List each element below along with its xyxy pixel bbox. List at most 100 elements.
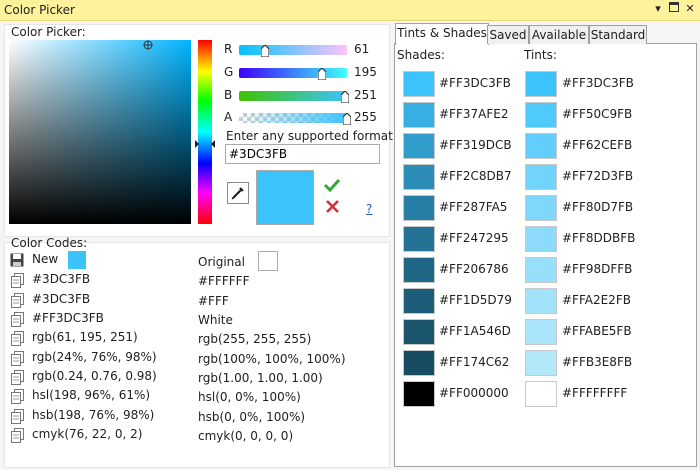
a-slider-thumb[interactable] [343,113,351,125]
original-color-swatch [258,251,278,271]
new-label: New [32,252,59,266]
shade-swatch[interactable] [403,195,435,221]
shade-swatch[interactable] [403,226,435,252]
copy-icon[interactable] [11,273,25,288]
tab-tints-shades[interactable]: Tints & Shades [395,23,489,45]
original-code-value[interactable]: cmyk(0, 0, 0, 0) [198,429,293,443]
new-code-value[interactable]: rgb(61, 195, 251) [32,330,138,344]
shade-label: #FF247295 [439,231,509,245]
copy-icon[interactable] [11,331,25,346]
tint-swatch[interactable] [525,226,557,252]
tint-swatch[interactable] [525,102,557,128]
accept-icon[interactable] [323,178,341,193]
original-code-value[interactable]: rgb(1.00, 1.00, 1.00) [198,371,323,385]
shade-label: #FF000000 [439,386,509,400]
channel-r-label: R [224,42,233,56]
shade-swatch[interactable] [403,164,435,190]
tint-swatch[interactable] [525,350,557,376]
tint-label: #FF72D3FB [562,169,634,183]
tints-label: Tints: [524,48,557,62]
tab-available[interactable]: Available [529,25,589,44]
help-link[interactable]: ? [366,202,372,216]
tint-label: #FFFFFFFF [562,386,628,400]
new-code-value[interactable]: cmyk(76, 22, 0, 2) [32,427,142,441]
tab-saved[interactable]: Saved [487,25,529,44]
r-slider-thumb[interactable] [260,45,269,57]
channel-a-label: A [224,110,233,124]
g-value: 195 [354,65,377,79]
tint-swatch[interactable] [525,288,557,314]
tint-label: #FF80D7FB [562,200,634,214]
eyedropper-button[interactable] [227,182,249,204]
shade-swatch[interactable] [403,257,435,283]
original-code-value[interactable]: rgb(255, 255, 255) [198,332,311,346]
tint-swatch[interactable] [525,257,557,283]
new-code-value[interactable]: hsb(198, 76%, 98%) [32,408,154,422]
shade-swatch[interactable] [403,133,435,159]
format-input[interactable] [225,144,380,164]
tint-label: #FF50C9FB [562,107,633,121]
tint-swatch[interactable] [525,71,557,97]
shade-label: #FF174C62 [439,355,510,369]
tint-swatch[interactable] [525,195,557,221]
copy-icon[interactable] [11,370,25,385]
copy-icon[interactable] [11,409,25,424]
picker-cursor[interactable] [143,39,153,50]
shade-label: #FF1D5D79 [439,293,512,307]
shade-swatch[interactable] [403,350,435,376]
copy-icon[interactable] [11,389,25,404]
b-slider-thumb[interactable] [341,91,350,103]
new-code-value[interactable]: rgb(0.24, 0.76, 0.98) [32,369,157,383]
shade-label: #FF319DCB [439,138,512,152]
original-code-value[interactable]: hsb(0, 0%, 100%) [198,410,305,424]
shade-label: #FF287FA5 [439,200,508,214]
tint-swatch[interactable] [525,133,557,159]
tint-label: #FF98DFFB [562,262,633,276]
shade-swatch[interactable] [403,288,435,314]
tint-swatch[interactable] [525,319,557,345]
copy-icon[interactable] [11,293,25,308]
original-code-value[interactable]: rgb(100%, 100%, 100%) [198,352,346,366]
tint-label: #FFB3E8FB [562,355,633,369]
current-color-preview [256,170,314,225]
shade-swatch[interactable] [403,102,435,128]
shade-label: #FF206786 [439,262,509,276]
hue-slider[interactable] [198,40,212,224]
shade-swatch[interactable] [403,381,435,407]
shade-swatch[interactable] [403,71,435,97]
original-code-value[interactable]: hsl(0, 0%, 100%) [198,390,301,404]
g-slider[interactable] [239,68,347,78]
a-slider[interactable] [239,113,347,123]
r-slider[interactable] [239,45,347,55]
hue-slider-thumb[interactable] [195,137,215,148]
saturation-value-area[interactable] [9,40,191,224]
shade-swatch[interactable] [403,319,435,345]
copy-icon[interactable] [11,312,25,327]
b-value: 251 [354,88,377,102]
original-code-value[interactable]: #FFFFFF [198,274,249,288]
close-icon[interactable]: ✕ [683,2,697,16]
original-code-value[interactable]: #FFF [198,294,229,308]
maximize-icon[interactable] [667,2,681,16]
eyedropper-icon [231,187,244,200]
channel-g-label: G [224,65,234,79]
save-icon[interactable] [10,253,24,267]
window-title: Color Picker [4,3,75,17]
new-code-value[interactable]: #FF3DC3FB [32,311,104,325]
g-slider-thumb[interactable] [317,68,326,80]
original-code-value[interactable]: White [198,313,233,327]
tab-standard[interactable]: Standard [589,25,647,44]
tint-label: #FFABE5FB [562,324,632,338]
new-code-value[interactable]: #3DC3FB [32,292,90,306]
new-code-value[interactable]: rgb(24%, 76%, 98%) [32,350,157,364]
copy-icon[interactable] [11,428,25,443]
tint-swatch[interactable] [525,164,557,190]
b-slider[interactable] [239,91,347,101]
tint-swatch[interactable] [525,381,557,407]
reject-icon[interactable] [326,200,339,213]
new-code-value[interactable]: #3DC3FB [32,272,90,286]
new-code-value[interactable]: hsl(198, 96%, 61%) [32,388,150,402]
codes-label: Color Codes: [11,236,88,250]
dropdown-icon[interactable]: ▾ [651,2,665,16]
copy-icon[interactable] [11,351,25,366]
